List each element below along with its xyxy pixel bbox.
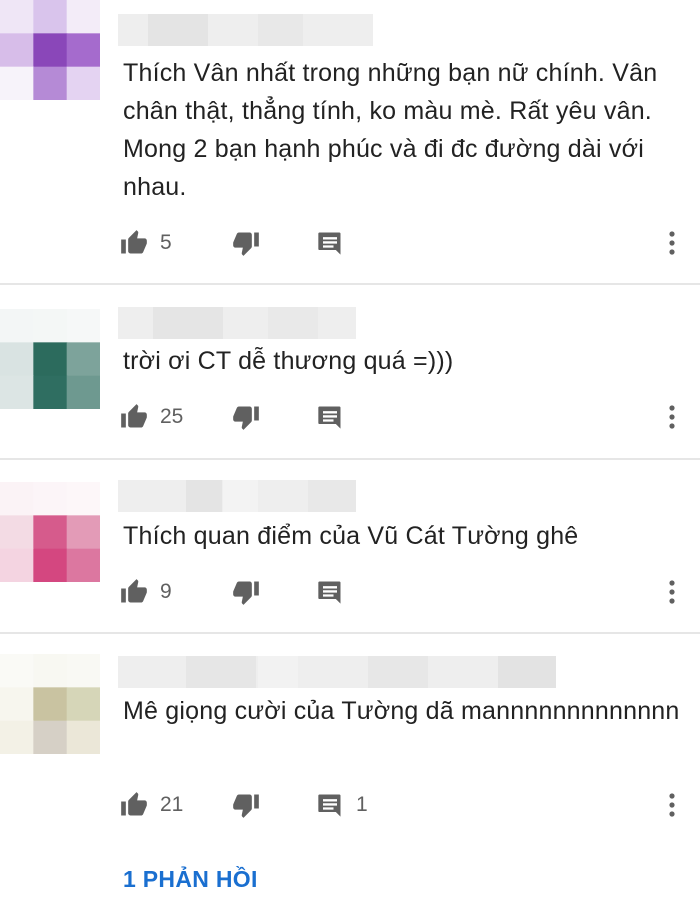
like-count: 25 bbox=[160, 405, 184, 428]
comment-1: Thích Vân nhất trong những bạn nữ chính.… bbox=[0, 0, 700, 284]
thumbs-up-icon bbox=[120, 578, 148, 606]
thumbs-down-icon bbox=[232, 229, 260, 257]
reply-button[interactable] bbox=[316, 226, 344, 260]
more-vert-icon bbox=[660, 791, 684, 819]
avatar[interactable] bbox=[0, 309, 100, 409]
like-button[interactable]: 25 bbox=[120, 400, 183, 434]
avatar[interactable] bbox=[0, 654, 100, 754]
more-options-button[interactable] bbox=[660, 400, 684, 434]
dislike-button[interactable] bbox=[232, 788, 260, 822]
reply-button[interactable]: 1 bbox=[316, 788, 368, 822]
comment-text: trời ơi CT dễ thương quá =))) bbox=[123, 347, 454, 375]
more-options-button[interactable] bbox=[660, 788, 684, 822]
like-count: 9 bbox=[160, 580, 172, 603]
blurred-username bbox=[118, 14, 373, 46]
dislike-button[interactable] bbox=[232, 226, 260, 260]
comment-4: Mê giọng cười của Tường dã mannnnnnnnnnn… bbox=[0, 634, 700, 911]
comment-actions: 9 bbox=[120, 575, 690, 609]
comment-actions: 21 1 bbox=[120, 788, 690, 822]
dislike-button[interactable] bbox=[232, 400, 260, 434]
thumbs-up-icon bbox=[120, 791, 148, 819]
avatar[interactable] bbox=[0, 0, 100, 100]
thumbs-up-icon bbox=[120, 403, 148, 431]
more-vert-icon bbox=[660, 403, 684, 431]
comment-actions: 25 bbox=[120, 400, 690, 434]
more-options-button[interactable] bbox=[660, 226, 684, 260]
thumbs-down-icon bbox=[232, 791, 260, 819]
comment-text: Mê giọng cười của Tường dã mannnnnnnnnnn… bbox=[123, 697, 680, 725]
more-vert-icon bbox=[660, 578, 684, 606]
thumbs-down-icon bbox=[232, 403, 260, 431]
more-vert-icon bbox=[660, 229, 684, 257]
reply-button[interactable] bbox=[316, 575, 344, 609]
like-count: 21 bbox=[160, 793, 184, 816]
reply-button[interactable] bbox=[316, 400, 344, 434]
thumbs-up-icon bbox=[120, 229, 148, 257]
blurred-username bbox=[118, 656, 556, 688]
comment-2: trời ơi CT dễ thương quá =))) 25 bbox=[0, 285, 700, 458]
dislike-button[interactable] bbox=[232, 575, 260, 609]
blurred-username bbox=[118, 307, 356, 339]
like-button[interactable]: 21 bbox=[120, 788, 183, 822]
comment-text: Thích quan điểm của Vũ Cát Tường ghê bbox=[123, 522, 579, 550]
view-replies-link[interactable]: 1 PHẢN HỒI bbox=[123, 866, 258, 893]
reply-count: 1 bbox=[356, 793, 368, 816]
reply-icon bbox=[316, 578, 344, 606]
comment-text: Thích Vân nhất trong những bạn nữ chính.… bbox=[123, 59, 658, 201]
like-button[interactable]: 9 bbox=[120, 575, 172, 609]
more-options-button[interactable] bbox=[660, 575, 684, 609]
blurred-username bbox=[118, 480, 356, 512]
like-count: 5 bbox=[160, 231, 172, 254]
comment-actions: 5 bbox=[120, 226, 690, 260]
reply-icon bbox=[316, 403, 344, 431]
like-button[interactable]: 5 bbox=[120, 226, 172, 260]
comment-3: Thích quan điểm của Vũ Cát Tường ghê 9 bbox=[0, 460, 700, 633]
thumbs-down-icon bbox=[232, 578, 260, 606]
reply-icon bbox=[316, 791, 344, 819]
reply-icon bbox=[316, 229, 344, 257]
avatar[interactable] bbox=[0, 482, 100, 582]
